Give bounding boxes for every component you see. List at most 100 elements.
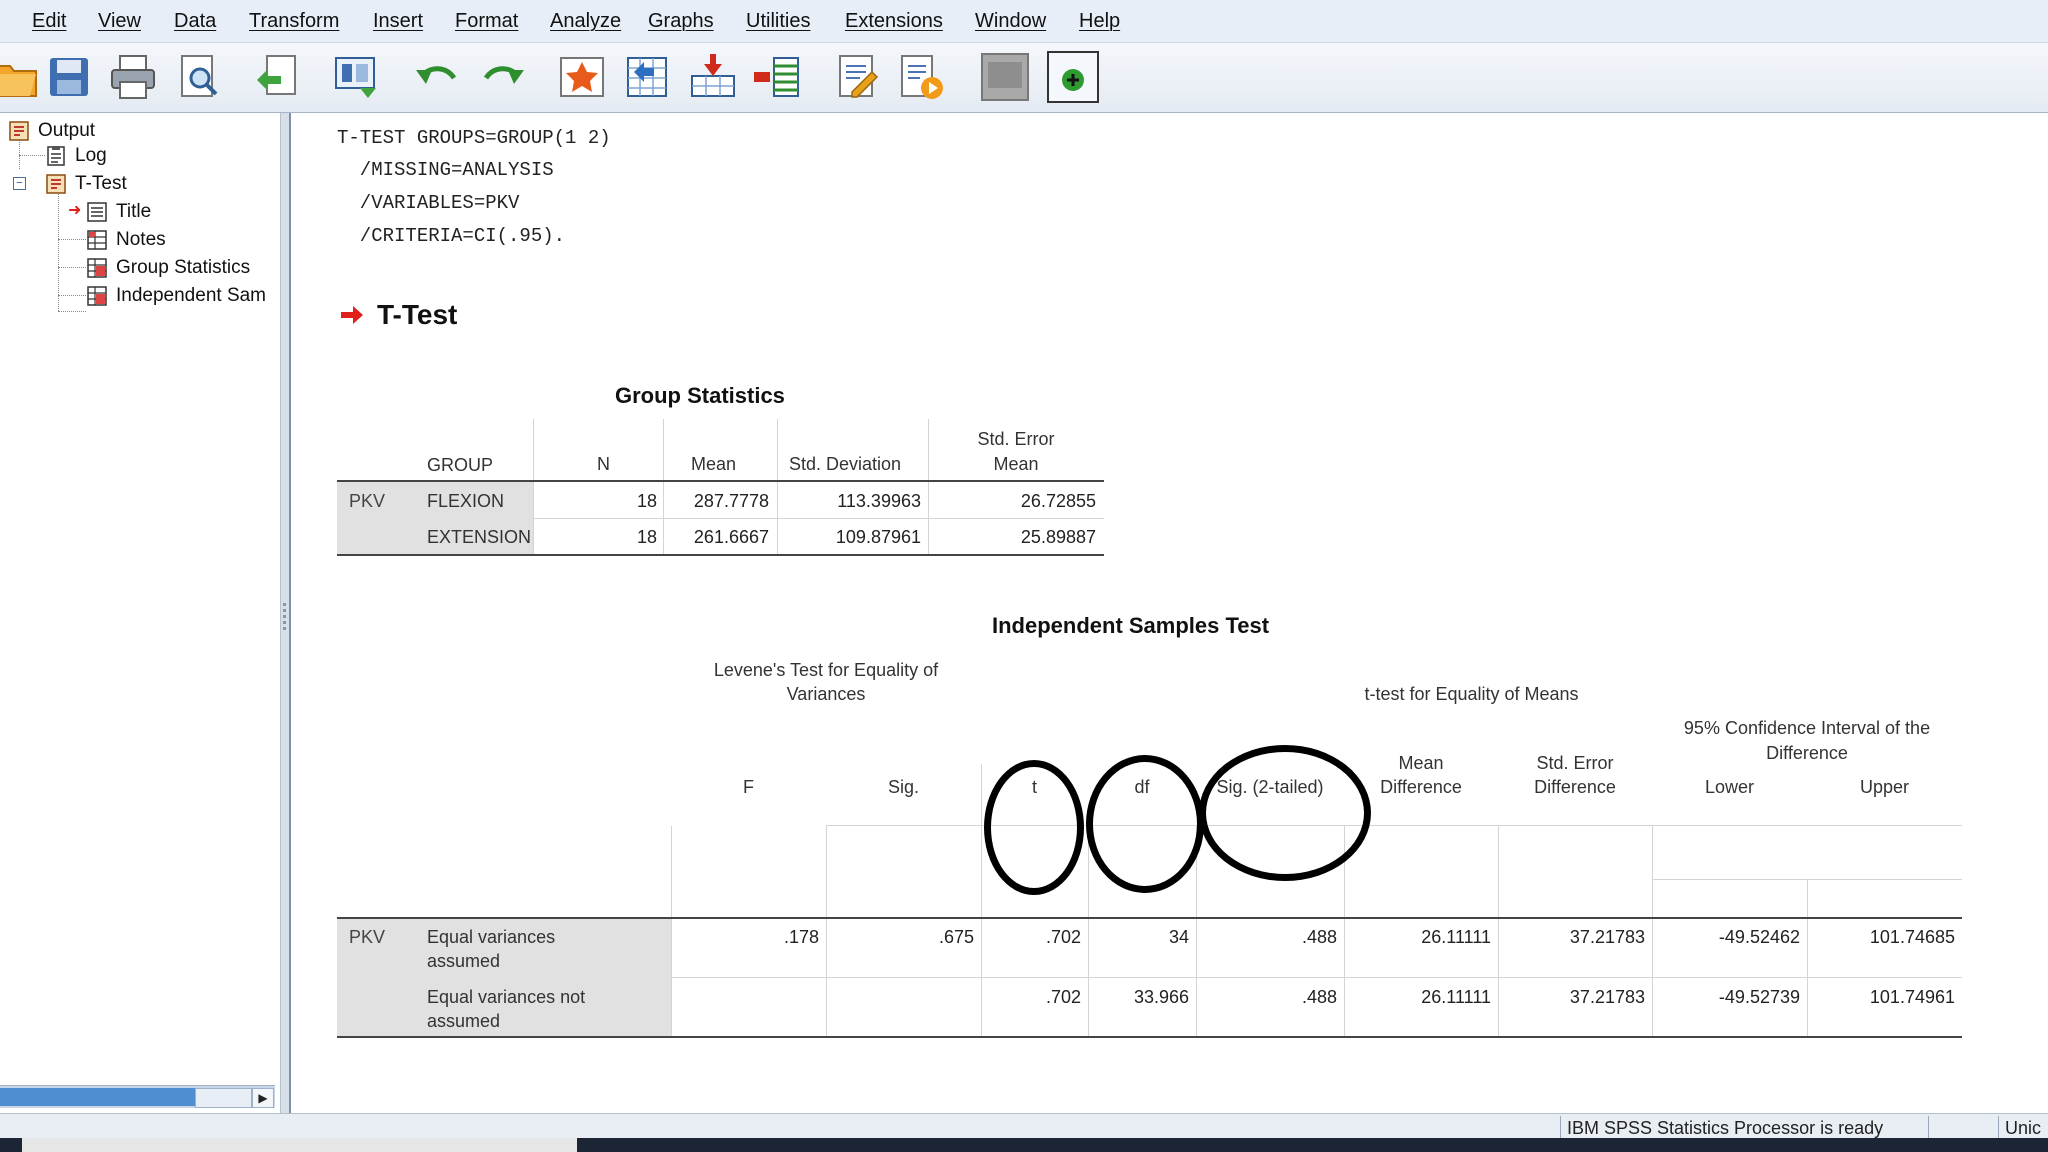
tree-connector [58, 239, 86, 240]
menu-help[interactable]: Help [1079, 10, 1120, 33]
heading-label: T-Test [377, 299, 458, 330]
col-header-std-error-mean: Mean [993, 454, 1039, 474]
levene-header: Levene's Test for Equality of [713, 660, 939, 680]
variables-icon[interactable] [750, 50, 804, 104]
highlight-circle-df [1086, 755, 1204, 893]
menu-graphs[interactable]: Graphs [648, 10, 714, 33]
output-heading[interactable]: T-Test [339, 299, 457, 331]
run-script-icon[interactable] [894, 50, 948, 104]
tree-item-label: Independent Sam [116, 285, 267, 306]
print-icon[interactable] [106, 50, 160, 104]
tree-item-log[interactable]: Log [45, 143, 107, 169]
tree-item-independent-samples[interactable]: Independent Sam [86, 283, 266, 309]
status-encoding: Unic [2005, 1118, 2042, 1138]
menu-bar: Edit View Data Transform Insert Format A… [0, 0, 2048, 43]
col-header-mean: Mean [1398, 753, 1444, 773]
cell-df: 33.966 [1133, 987, 1189, 1007]
syntax-line: /VARIABLES=PKV [337, 192, 520, 214]
table-icon [87, 286, 107, 306]
menu-extensions[interactable]: Extensions [845, 10, 943, 33]
menu-insert[interactable]: Insert [373, 10, 423, 33]
tree-item-label: Output [38, 120, 96, 141]
print-preview-icon[interactable] [172, 50, 226, 104]
tree-item-output[interactable]: Output [8, 118, 95, 144]
row-label-line2: assumed [427, 1011, 501, 1031]
redo-icon[interactable] [476, 50, 530, 104]
selected-arrow-icon: ➜ [68, 202, 82, 219]
col-header-sig: Sig. [887, 777, 920, 797]
header-rule [337, 917, 1962, 919]
menu-format[interactable]: Format [455, 10, 518, 33]
menu-data[interactable]: Data [174, 10, 216, 33]
navigator-horizontal-scrollbar[interactable]: ▶ [0, 1085, 275, 1108]
scroll-right-icon[interactable]: ▶ [252, 1088, 274, 1108]
column-divider [777, 419, 778, 555]
levene-header-line2: Variances [786, 684, 866, 704]
menu-utilities[interactable]: Utilities [746, 10, 810, 33]
toolbar [0, 43, 2048, 113]
tree-item-title[interactable]: Title [86, 199, 151, 225]
scrollbar-track[interactable] [0, 1088, 195, 1106]
row-divider [671, 977, 1962, 978]
menu-edit[interactable]: Edit [32, 10, 66, 33]
tree-item-label: Notes [116, 229, 166, 250]
cell-n: 18 [636, 527, 657, 547]
table-title: Group Statistics [615, 383, 785, 408]
tree-connector [58, 295, 86, 296]
hide-icon[interactable] [978, 50, 1032, 104]
cell-ci-lower: -49.52739 [1718, 987, 1800, 1007]
cell-std-deviation: 109.87961 [835, 527, 921, 547]
tree-item-label: T-Test [75, 173, 127, 194]
undo-icon[interactable] [410, 50, 464, 104]
tree-connector [58, 311, 86, 312]
tree-item-group-statistics[interactable]: Group Statistics [86, 255, 250, 281]
col-header-std-error: Std. Error [977, 429, 1055, 449]
goto-variable-icon[interactable] [686, 50, 740, 104]
tree-connector [58, 267, 86, 268]
scrollbar-thumb[interactable] [195, 1088, 252, 1108]
table-icon [87, 258, 107, 278]
goto-data-icon[interactable] [555, 50, 609, 104]
export-icon[interactable] [251, 50, 305, 104]
tree-item-label: Group Statistics [116, 257, 251, 278]
column-divider [826, 826, 827, 1037]
cell-mean: 287.7778 [693, 491, 769, 511]
recall-dialog-icon[interactable] [330, 50, 384, 104]
tree-item-t-test[interactable]: T-Test [45, 171, 127, 197]
menu-analyze[interactable]: Analyze [550, 10, 621, 33]
column-divider [1807, 880, 1808, 1037]
menu-window[interactable]: Window [975, 10, 1046, 33]
group-label: EXTENSION [427, 527, 532, 547]
splitter-grip[interactable] [283, 603, 286, 633]
col-header-lower: Lower [1704, 777, 1755, 797]
edit-script-icon[interactable] [830, 50, 884, 104]
cell-df: 34 [1168, 927, 1189, 947]
ci-header-line2: Difference [1766, 743, 1848, 763]
cell-ci-upper: 101.74961 [1869, 987, 1955, 1007]
bottom-rule [337, 554, 1104, 556]
goto-case-icon[interactable] [620, 50, 674, 104]
variable-label: PKV [349, 491, 386, 511]
taskbar-item[interactable] [22, 1138, 577, 1152]
status-bar: IBM SPSS Statistics Processor is ready U… [0, 1113, 2048, 1139]
col-header-std-error-difference: Difference [1534, 777, 1616, 797]
status-message: IBM SPSS Statistics Processor is ready [1567, 1118, 1884, 1138]
menu-transform[interactable]: Transform [249, 10, 339, 33]
open-folder-icon[interactable] [0, 50, 42, 104]
tree-connector [58, 191, 59, 311]
save-icon[interactable] [42, 50, 96, 104]
notes-icon [87, 230, 107, 250]
collapse-toggle[interactable]: − [13, 177, 26, 190]
tree-item-notes[interactable]: Notes [86, 227, 166, 253]
column-divider [1652, 826, 1653, 1037]
col-header-mean: Mean [691, 454, 737, 474]
header-rule [337, 480, 1104, 482]
group-label: FLEXION [427, 491, 505, 511]
menu-view[interactable]: View [98, 10, 141, 33]
variable-label: PKV [349, 927, 386, 947]
cell-sig-2-tailed: .488 [1301, 927, 1337, 947]
status-separator [1560, 1116, 1561, 1138]
table-title: Independent Samples Test [992, 613, 1270, 638]
cell-std-deviation: 113.39963 [837, 491, 921, 511]
insert-output-icon[interactable] [1046, 50, 1100, 104]
